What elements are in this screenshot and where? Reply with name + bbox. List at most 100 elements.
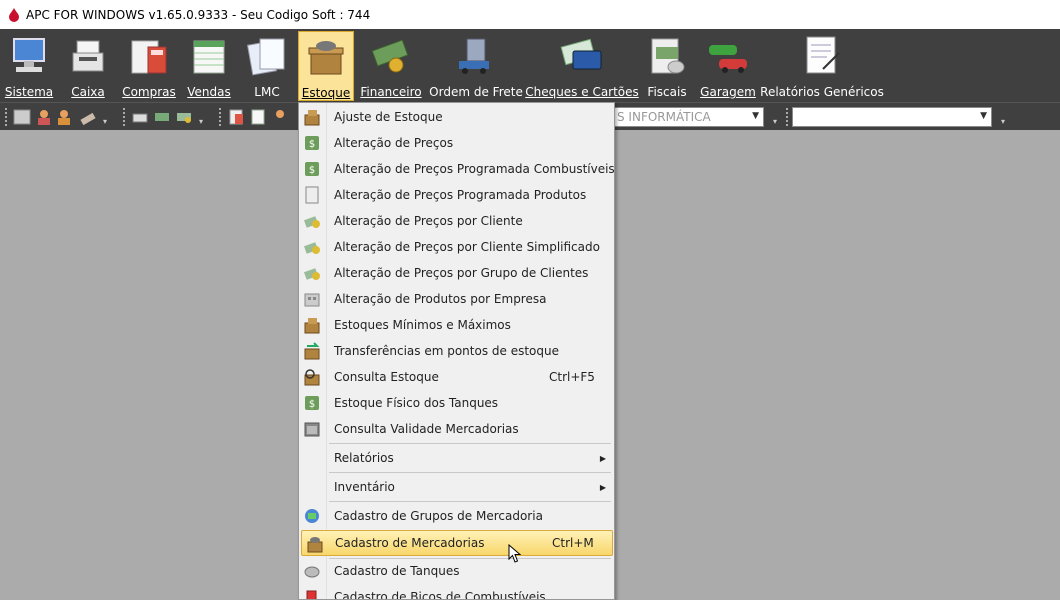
menu-item-alteracao-precos-grupo-clientes[interactable]: Alteração de Preços por Grupo de Cliente…: [299, 260, 614, 286]
boxes-icon: [304, 318, 320, 334]
price-icon: $: [305, 162, 319, 176]
toolbar-group-1-dropdown[interactable]: ▾: [100, 108, 110, 126]
menu-item-label: Alteração de Preços por Cliente Simplifi…: [334, 240, 600, 254]
tools-icon[interactable]: [78, 108, 98, 126]
document-icon: [305, 186, 319, 204]
sheet-small-icon[interactable]: [248, 108, 268, 126]
company-combo[interactable]: S INFORMÁTICA ▼: [612, 107, 764, 127]
ribbon-sistema[interactable]: Sistema: [4, 31, 54, 101]
menu-item-label: Alteração de Preços Programada Produtos: [334, 188, 587, 202]
ribbon-fiscais-label: Fiscais: [647, 85, 687, 99]
menu-item-estoque-fisico-tanques[interactable]: $ Estoque Físico dos Tanques: [299, 390, 614, 416]
ribbon-financeiro[interactable]: Financeiro: [360, 31, 422, 101]
cash-register-icon: [72, 40, 104, 72]
printer-icon[interactable]: [130, 108, 150, 126]
ribbon-sistema-label: Sistema: [4, 85, 54, 99]
menu-item-inventario[interactable]: Inventário ▶: [299, 474, 614, 500]
ribbon-ordem-de-frete-label: Ordem de Frete: [429, 85, 523, 99]
window-icon[interactable]: [12, 108, 32, 126]
main-ribbon: Sistema Caixa Compras Vendas LMC Estoque…: [0, 29, 1060, 102]
menu-separator: [329, 443, 611, 444]
search-combo[interactable]: ▼: [792, 107, 992, 127]
search-toolbar-dropdown[interactable]: ▾: [998, 108, 1008, 126]
person-small-icon[interactable]: [270, 108, 290, 126]
pump-icon: [306, 590, 317, 599]
ribbon-compras[interactable]: Compras: [122, 31, 176, 101]
menu-item-cadastro-bicos-combustiveis[interactable]: Cadastro de Bicos de Combustíveis: [299, 584, 614, 600]
ribbon-fiscais[interactable]: Fiscais: [644, 31, 690, 101]
report-icon: [806, 36, 840, 74]
ribbon-vendas[interactable]: Vendas: [186, 31, 232, 101]
ribbon-estoque[interactable]: Estoque: [298, 31, 354, 101]
menu-separator: [329, 501, 611, 502]
menu-item-alteracao-precos-prog-combustiveis[interactable]: $ Alteração de Preços Programada Combust…: [299, 156, 614, 182]
box-icon: [307, 537, 323, 553]
menu-item-label: Estoques Mínimos e Máximos: [334, 318, 511, 332]
menu-item-label: Cadastro de Tanques: [334, 564, 460, 578]
calculator-small-icon[interactable]: [226, 108, 246, 126]
menu-item-alteracao-precos-por-cliente[interactable]: Alteração de Preços por Cliente: [299, 208, 614, 234]
money-small-icon[interactable]: [152, 108, 172, 126]
menu-item-alteracao-precos-prog-produtos[interactable]: Alteração de Preços Programada Produtos: [299, 182, 614, 208]
ribbon-compras-label: Compras: [122, 85, 176, 99]
user-icon[interactable]: [34, 108, 54, 126]
toolbar-group-2-dropdown[interactable]: ▾: [196, 108, 206, 126]
menu-item-label: Ajuste de Estoque: [334, 110, 443, 124]
menu-item-ajuste-de-estoque[interactable]: Ajuste de Estoque: [299, 104, 614, 130]
menu-item-shortcut: Ctrl+M: [552, 536, 594, 550]
client-price-icon: [303, 216, 320, 228]
menu-separator: [329, 472, 611, 473]
toolbar-grip[interactable]: [5, 108, 9, 126]
computer-icon: [13, 38, 45, 72]
ribbon-relatorios-genericos[interactable]: Relatórios Genéricos: [760, 31, 884, 101]
toolbar-grip[interactable]: [219, 108, 223, 126]
ribbon-garagem-label: Garagem: [700, 85, 756, 99]
boxes-icon: [304, 110, 320, 126]
menu-item-relatorios[interactable]: Relatórios ▶: [299, 445, 614, 471]
cars-icon: [709, 45, 747, 73]
ribbon-caixa[interactable]: Caixa: [64, 31, 112, 101]
chevron-down-icon[interactable]: ▼: [980, 111, 987, 121]
menu-item-transferencias-pontos-estoque[interactable]: Transferências em pontos de estoque: [299, 338, 614, 364]
menu-item-label: Alteração de Preços Programada Combustív…: [334, 162, 615, 176]
menu-item-consulta-validade-mercadorias[interactable]: Consulta Validade Mercadorias: [299, 416, 614, 442]
menu-item-label: Estoque Físico dos Tanques: [334, 396, 499, 410]
window-title: APC FOR WINDOWS v1.65.0.9333 - Seu Codig…: [26, 7, 371, 22]
company-toolbar-dropdown[interactable]: ▾: [770, 108, 780, 126]
users-icon[interactable]: [56, 108, 76, 126]
svg-text:$: $: [309, 399, 315, 410]
menu-item-estoques-minimos-maximos[interactable]: Estoques Mínimos e Máximos: [299, 312, 614, 338]
fiscal-icon: [651, 38, 685, 74]
ribbon-lmc-label: LMC: [254, 85, 280, 99]
ribbon-ordem-de-frete[interactable]: Ordem de Frete: [429, 31, 523, 101]
documents-icon: [246, 38, 285, 76]
menu-item-label: Cadastro de Bicos de Combustíveis: [334, 590, 546, 600]
menu-item-alteracao-de-precos[interactable]: $ Alteração de Preços: [299, 130, 614, 156]
ribbon-garagem[interactable]: Garagem: [700, 31, 756, 101]
transfer-icon: [304, 342, 320, 360]
menu-item-cadastro-tanques[interactable]: Cadastro de Tanques: [299, 558, 614, 584]
spreadsheet-icon: [193, 40, 225, 74]
ribbon-lmc[interactable]: LMC: [244, 31, 290, 101]
toolbar-group-2: ▾: [120, 106, 206, 128]
estoque-menu: Ajuste de Estoque $ Alteração de Preços …: [298, 102, 615, 600]
ribbon-cheques-e-cartoes-label: Cheques e Cartões: [525, 85, 639, 99]
cash-small-icon[interactable]: [174, 108, 194, 126]
title-bar: APC FOR WINDOWS v1.65.0.9333 - Seu Codig…: [0, 0, 1060, 29]
card-icon: [560, 38, 602, 70]
menu-item-alteracao-precos-cliente-simplificado[interactable]: Alteração de Preços por Cliente Simplifi…: [299, 234, 614, 260]
box-icon: [308, 41, 344, 75]
menu-item-consulta-estoque[interactable]: Consulta Estoque Ctrl+F5: [299, 364, 614, 390]
toolbar-grip[interactable]: [786, 108, 790, 126]
chevron-down-icon[interactable]: ▼: [752, 111, 759, 121]
menu-item-cadastro-grupos-mercadoria[interactable]: Cadastro de Grupos de Mercadoria: [299, 503, 614, 529]
toolbar-grip[interactable]: [123, 108, 127, 126]
ribbon-cheques-e-cartoes[interactable]: Cheques e Cartões: [525, 31, 639, 101]
menu-item-label: Inventário: [334, 480, 395, 494]
menu-item-cadastro-mercadorias[interactable]: Cadastro de Mercadorias Ctrl+M: [301, 530, 613, 556]
menu-item-alteracao-produtos-por-empresa[interactable]: Alteração de Produtos por Empresa: [299, 286, 614, 312]
ribbon-vendas-label: Vendas: [187, 85, 231, 99]
calculator-icon: [131, 40, 167, 74]
menu-item-label: Consulta Estoque: [334, 370, 439, 384]
app-drop-icon: [9, 7, 19, 22]
